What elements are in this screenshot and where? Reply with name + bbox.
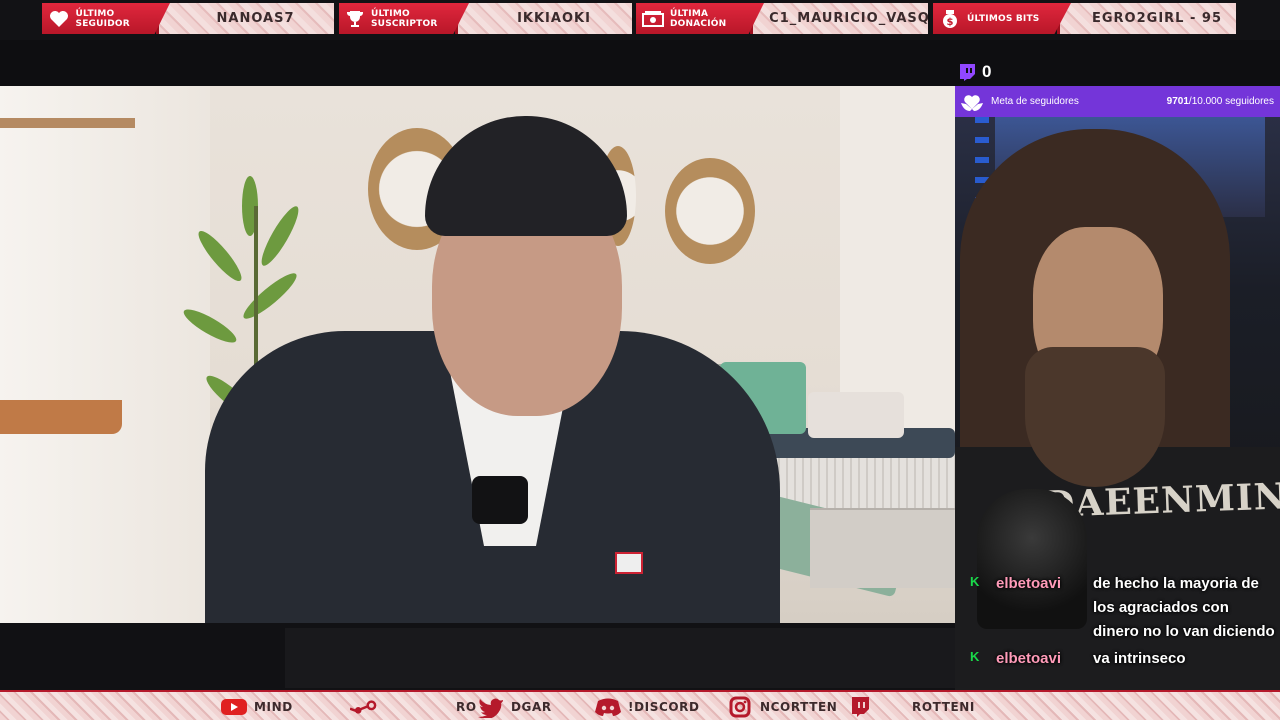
side-table — [0, 400, 122, 434]
chest-logo — [615, 552, 643, 574]
guest-video — [0, 86, 955, 623]
twitch-icon — [846, 697, 874, 717]
alert-value: IKKIAOKI — [455, 3, 632, 34]
alert-label: Última donación — [670, 8, 727, 29]
alert-last-donation: Última donación C1_MAURICIO_VASQ — [636, 3, 928, 34]
chat-overlay: K elbetoavi de hecho la mayoria de los a… — [970, 572, 1275, 674]
social-twitter-handle[interactable]: DGAR — [505, 696, 552, 718]
twitter-icon — [477, 697, 505, 718]
socials-bar: MIND RO DGAR !DISCORD NCORTTEN ROTTENI — [0, 690, 1280, 720]
alert-value: NANOAS7 — [156, 3, 334, 34]
chat-username: elbetoavi — [996, 575, 1062, 592]
goal-label: Meta de seguidores — [991, 96, 1079, 107]
goal-current: 9701 — [1166, 96, 1189, 107]
heart-icon — [48, 8, 70, 30]
wall-mirror — [665, 158, 755, 264]
trophy-icon — [345, 8, 365, 30]
alert-last-subscriber: Último suscriptor IKKIAOKI — [339, 3, 632, 34]
streamer-beard — [1025, 347, 1165, 487]
alert-label: Último suscriptor — [371, 8, 438, 29]
chat-text: de hecho la mayoria de los agraciados co… — [1093, 575, 1275, 640]
lavalier-mic — [472, 476, 528, 524]
heart-hands-icon — [960, 91, 984, 113]
social-youtube[interactable]: MIND — [220, 696, 293, 718]
money-icon — [642, 8, 664, 30]
svg-text:$: $ — [947, 17, 954, 28]
steam-icon — [350, 697, 378, 717]
social-label: RO — [456, 700, 477, 714]
wall-shelf — [0, 118, 135, 128]
alert-last-follower: Último seguidor NANOAS7 — [42, 3, 334, 34]
chat-username: elbetoavi — [996, 650, 1062, 667]
chat-message: K elbetoavi va intrinseco — [970, 647, 1275, 671]
chat-text: va intrinseco — [1093, 650, 1186, 667]
social-steam[interactable] — [350, 696, 378, 718]
social-instagram[interactable]: NCORTTEN — [726, 696, 837, 718]
social-label: DGAR — [511, 700, 552, 714]
social-label: NCORTTEN — [760, 700, 838, 714]
youtube-icon — [220, 697, 248, 717]
alert-value: EGRO2GIRL - 95 — [1057, 3, 1236, 34]
alert-value: C1_MAURICIO_VASQ — [750, 3, 928, 34]
follower-goal-bar: Meta de seguidores 9701 /10.000 seguidor… — [955, 86, 1280, 117]
social-label: ROTTENI — [912, 700, 975, 714]
viewer-counter: 0 — [955, 60, 1280, 86]
social-twitter[interactable]: RO — [456, 696, 505, 718]
twitch-icon — [958, 63, 976, 86]
kick-badge-icon: K — [970, 574, 980, 589]
social-label: !DISCORD — [628, 700, 700, 714]
social-label: MIND — [254, 700, 293, 714]
alert-label: Último seguidor — [75, 8, 130, 29]
alert-last-bits: $ Últimos bits EGRO2GIRL - 95 — [933, 3, 1236, 34]
instagram-icon — [726, 696, 754, 718]
goal-target: /10.000 seguidores — [1188, 96, 1274, 107]
social-discord[interactable]: !DISCORD — [594, 696, 700, 718]
alerts-bar: Último seguidor NANOAS7 Último suscripto… — [0, 0, 1280, 40]
chat-message: K elbetoavi de hecho la mayoria de los a… — [970, 572, 1275, 644]
bits-icon: $ — [939, 8, 961, 30]
stream-overlay: Último seguidor NANOAS7 Último suscripto… — [0, 0, 1280, 720]
viewer-count: 0 — [982, 62, 992, 81]
social-twitch[interactable]: ROTTENI — [846, 696, 975, 718]
alert-label: Últimos bits — [967, 13, 1040, 24]
discord-icon — [594, 697, 622, 717]
kick-badge-icon: K — [970, 649, 980, 664]
beanie — [425, 116, 627, 236]
